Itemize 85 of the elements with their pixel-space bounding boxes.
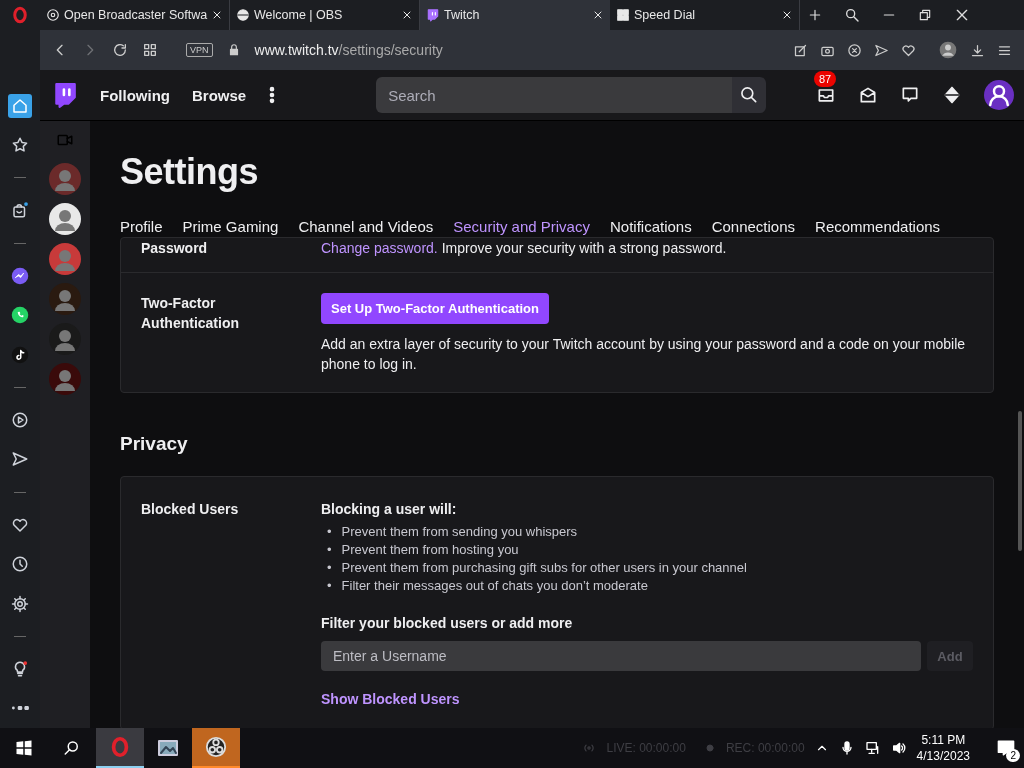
password-hint: Improve your security with a strong password. bbox=[441, 240, 727, 256]
channel-avatar-icon[interactable] bbox=[49, 203, 81, 235]
settings-tab[interactable]: Notifications bbox=[609, 218, 692, 235]
opera-logo-icon[interactable] bbox=[11, 6, 29, 24]
page-title: Settings bbox=[120, 151, 259, 193]
close-icon[interactable] bbox=[401, 9, 413, 21]
change-password-link[interactable]: Change password. bbox=[321, 240, 438, 256]
windows-start-icon[interactable] bbox=[15, 739, 33, 757]
clock-date: 4/13/2023 bbox=[916, 748, 970, 764]
plus-icon[interactable] bbox=[808, 8, 822, 22]
row-label: Two-Factor Authentication bbox=[141, 294, 240, 333]
list-intro: Blocking a user will: bbox=[321, 500, 458, 519]
field-label: Filter your blocked users or add more bbox=[321, 614, 574, 633]
star-icon bbox=[11, 135, 29, 154]
browser-tab[interactable]: Twitch bbox=[420, 0, 610, 30]
clock-icon bbox=[11, 555, 29, 574]
settings-tab[interactable]: Connections bbox=[711, 218, 796, 235]
tiles-icon[interactable] bbox=[142, 42, 158, 58]
bullet: • bbox=[327, 541, 332, 559]
settings-tab[interactable]: Recommendations bbox=[815, 218, 941, 235]
search-field[interactable]: Search bbox=[376, 77, 733, 113]
obs-icon bbox=[46, 8, 60, 22]
bullet: • bbox=[327, 577, 332, 595]
settings-icon bbox=[11, 594, 29, 613]
music-note-icon bbox=[11, 345, 29, 364]
record-icon bbox=[703, 742, 716, 754]
list-item: Prevent them from sending you whispers bbox=[341, 523, 578, 541]
heart-icon[interactable] bbox=[901, 42, 916, 58]
close-icon[interactable] bbox=[781, 9, 793, 21]
username-field[interactable]: Enter a Username bbox=[321, 641, 921, 671]
notification-badge: 87 bbox=[814, 71, 837, 87]
mail-icon[interactable] bbox=[858, 85, 878, 105]
section-heading: Privacy bbox=[120, 433, 189, 455]
obs-icon bbox=[205, 736, 227, 758]
two-factor-button[interactable]: Set Up Two-Factor Authentication bbox=[321, 293, 549, 324]
nav-link[interactable]: Following bbox=[100, 86, 170, 104]
settings-tab[interactable]: Security and Privacy bbox=[453, 218, 590, 235]
close-icon[interactable] bbox=[954, 7, 970, 23]
twitch-icon bbox=[426, 8, 440, 22]
settings-tab[interactable]: Profile bbox=[120, 218, 163, 235]
settings-tab[interactable]: Prime Gaming bbox=[182, 218, 279, 235]
bag-icon bbox=[11, 201, 29, 220]
download-icon[interactable] bbox=[970, 42, 985, 58]
phone-bubble-icon bbox=[11, 306, 29, 325]
notification-count: 2 bbox=[1006, 749, 1020, 762]
list-item: Prevent them from hosting you bbox=[341, 541, 519, 559]
settings-tab[interactable]: Channel and Videos bbox=[298, 218, 434, 235]
speaker-icon[interactable] bbox=[890, 740, 907, 756]
network-icon[interactable] bbox=[864, 740, 881, 756]
opera-logo-icon bbox=[109, 736, 131, 758]
block-icon[interactable] bbox=[847, 42, 862, 58]
chat-icon[interactable] bbox=[900, 85, 920, 105]
user-avatar-icon[interactable] bbox=[984, 80, 1014, 110]
address-field[interactable]: www.twitch.tv/settings/security bbox=[254, 42, 443, 58]
restore-icon[interactable] bbox=[918, 8, 932, 22]
vpn-badge[interactable]: VPN bbox=[186, 43, 213, 57]
send-icon[interactable] bbox=[874, 42, 889, 58]
nav-link[interactable]: Browse bbox=[192, 86, 247, 104]
more-icon bbox=[11, 706, 29, 711]
play-circle-icon bbox=[11, 411, 29, 430]
send-icon bbox=[11, 450, 29, 469]
account-icon[interactable] bbox=[938, 40, 958, 60]
row-label: Password bbox=[141, 239, 209, 258]
row-label: Blocked Users bbox=[141, 500, 240, 519]
close-icon[interactable] bbox=[592, 9, 604, 21]
list-item: Filter their messages out of chats you don’t moderate bbox=[341, 577, 648, 595]
sidebar-button[interactable] bbox=[8, 93, 32, 118]
globe-icon bbox=[236, 8, 250, 22]
clock-time: 5:11 PM bbox=[920, 732, 967, 748]
scrollbar-thumb[interactable] bbox=[1018, 411, 1022, 551]
taskbar-app[interactable] bbox=[192, 728, 240, 768]
list-item: Prevent them from purchasing gift subs for other users in your channel bbox=[341, 559, 747, 577]
bullet: • bbox=[327, 523, 332, 541]
chat-bubble-icon bbox=[11, 267, 29, 285]
search-button[interactable] bbox=[732, 77, 767, 113]
show-blocked-users-link[interactable]: Show Blocked Users bbox=[321, 691, 460, 707]
bullet: • bbox=[327, 559, 332, 577]
search-icon[interactable] bbox=[63, 739, 81, 757]
reload-icon[interactable] bbox=[112, 42, 128, 58]
search-icon[interactable] bbox=[844, 7, 860, 23]
taskbar-app[interactable] bbox=[96, 728, 144, 768]
edit-icon[interactable] bbox=[793, 42, 808, 58]
description: Add an extra layer of security to your Twitch account by using your password and a code on your mobile phone to log in. bbox=[321, 335, 967, 374]
home-icon bbox=[11, 96, 29, 115]
twitch-logo-icon[interactable] bbox=[52, 81, 78, 109]
